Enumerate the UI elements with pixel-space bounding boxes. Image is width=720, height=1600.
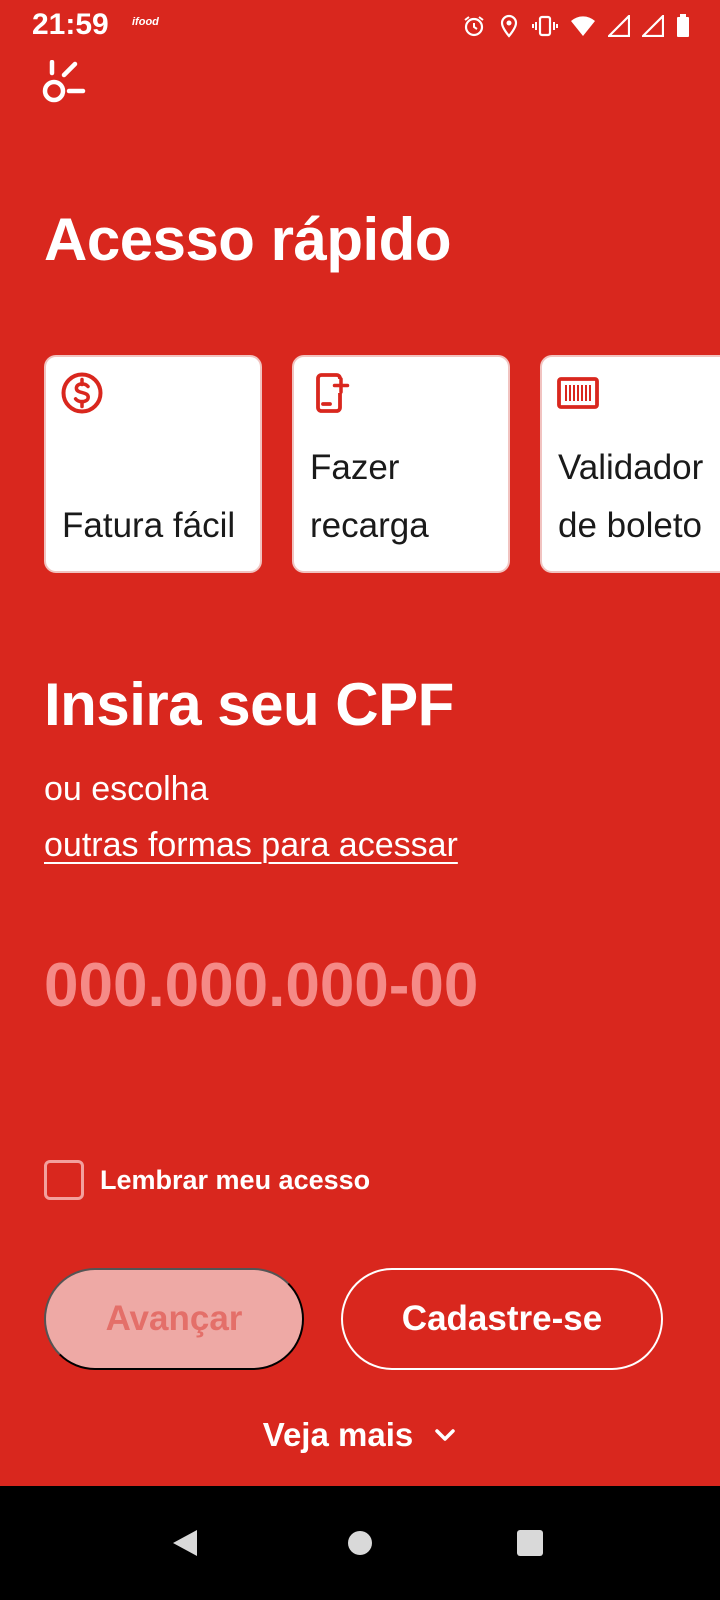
back-button[interactable] (160, 1486, 210, 1600)
back-icon (173, 1530, 197, 1556)
ifood-notification-icon: ifood (132, 16, 159, 28)
card-label: Validador de boleto (558, 448, 704, 545)
quick-access-title: Acesso rápido (44, 206, 451, 273)
cpf-title: Insira seu CPF (44, 671, 454, 738)
card-label: Fatura fácil (62, 506, 236, 545)
chevron-down-icon (435, 1429, 455, 1441)
recent-apps-button[interactable] (505, 1486, 555, 1600)
home-button[interactable] (335, 1486, 385, 1600)
card-fazer-recarga[interactable]: Fazer recarga (292, 355, 510, 573)
other-access-link[interactable]: outras formas para acessar (44, 826, 458, 865)
remember-access[interactable]: Lembrar meu acesso (44, 1160, 370, 1200)
remember-label: Lembrar meu acesso (100, 1164, 371, 1195)
signal-icon (608, 15, 630, 37)
signal-icon (642, 15, 664, 37)
barcode-icon (557, 377, 599, 409)
status-bar: 21:59 ifood (0, 0, 720, 52)
battery-icon (677, 14, 689, 37)
choose-subtext: ou escolha (44, 770, 209, 808)
next-button[interactable]: Avançar (44, 1268, 304, 1370)
cpf-input[interactable] (44, 945, 684, 1025)
card-validador-de-boleto[interactable]: Validador de boleto (540, 355, 720, 573)
card-label: Fazer recarga (310, 448, 429, 545)
quick-access-cards: Fatura fácil Fazer recarga Validador de … (44, 355, 720, 575)
home-icon (348, 1531, 372, 1555)
see-more-button[interactable]: Veja mais (0, 1416, 720, 1454)
alarm-icon (464, 16, 484, 37)
status-icons (462, 12, 690, 40)
status-time: 21:59 (32, 8, 109, 41)
signup-button[interactable]: Cadastre-se (341, 1268, 663, 1370)
wifi-icon (571, 16, 595, 36)
app-logo-icon (42, 60, 86, 103)
dollar-circle-icon (61, 372, 103, 414)
remember-checkbox[interactable] (44, 1160, 84, 1200)
location-icon (500, 14, 518, 38)
phone-add-icon (316, 373, 350, 413)
card-fatura-facil[interactable]: Fatura fácil (44, 355, 262, 573)
see-more-label: Veja mais (262, 1416, 414, 1453)
recent-apps-icon (517, 1530, 543, 1556)
vibrate-icon (532, 15, 558, 37)
navigation-bar (0, 1486, 720, 1600)
